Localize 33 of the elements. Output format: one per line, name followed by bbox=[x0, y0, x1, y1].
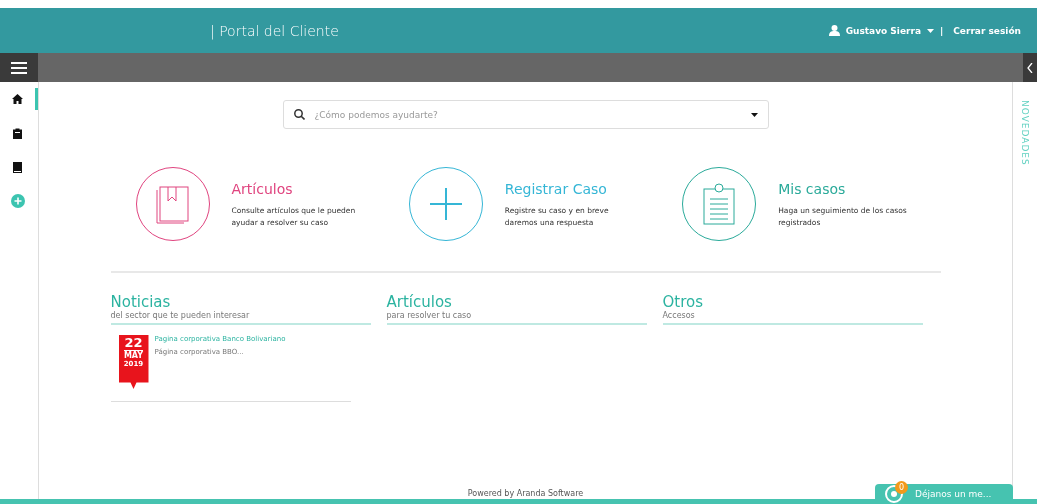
section-title: Otros bbox=[662, 293, 705, 311]
portal-title: | Portal del Cliente bbox=[210, 22, 339, 39]
news-panel-tab[interactable]: NOVEDADES bbox=[1020, 100, 1030, 166]
collapse-button[interactable] bbox=[1023, 53, 1037, 82]
menu-button[interactable] bbox=[0, 53, 38, 82]
notification-badge: 0 bbox=[895, 481, 908, 494]
book-icon bbox=[153, 184, 192, 224]
section-subtitle: para resolver tu caso bbox=[386, 311, 473, 320]
book-icon bbox=[13, 161, 22, 173]
section-subtitle: del sector que te pueden interesar bbox=[110, 311, 251, 320]
search-bar[interactable]: ¿Cómo podemos ayudarte? bbox=[282, 100, 769, 129]
section-title: Artículos bbox=[386, 293, 453, 311]
action-title[interactable]: Registrar Caso bbox=[504, 181, 635, 197]
user-name[interactable]: Gustavo Sierra bbox=[845, 25, 921, 36]
menu-icon bbox=[11, 61, 27, 74]
search-icon bbox=[293, 109, 305, 120]
section-subtitle: Accesos bbox=[662, 311, 696, 320]
chat-icon bbox=[885, 485, 903, 503]
logout-link[interactable]: Cerrar sesión bbox=[953, 25, 1021, 36]
caret-icon[interactable] bbox=[750, 112, 758, 117]
chevron-left-icon bbox=[1027, 62, 1033, 73]
action-title[interactable]: Artículos bbox=[231, 181, 362, 197]
separator: | bbox=[939, 25, 944, 36]
home-icon bbox=[12, 94, 23, 104]
user-icon bbox=[828, 25, 840, 36]
add-icon bbox=[10, 194, 25, 208]
footer-text: Powered by Aranda Software bbox=[467, 489, 584, 498]
section-title: Noticias bbox=[110, 293, 172, 311]
chat-button[interactable]: 0 Déjanos un me... bbox=[875, 484, 1013, 504]
plus-icon bbox=[429, 188, 462, 220]
clipboard-icon bbox=[13, 127, 22, 139]
clipboard-icon bbox=[703, 183, 736, 225]
action-title[interactable]: Mis casos bbox=[778, 181, 909, 197]
